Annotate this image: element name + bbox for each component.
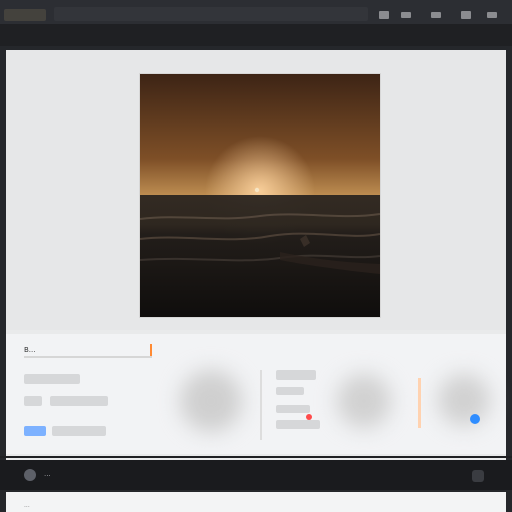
separator bbox=[0, 456, 512, 458]
logo[interactable] bbox=[4, 9, 46, 21]
search-icon[interactable] bbox=[379, 11, 389, 19]
chevron-down-icon[interactable] bbox=[461, 11, 471, 19]
metadata-label bbox=[24, 396, 42, 406]
nav-bar bbox=[0, 24, 512, 46]
list-item[interactable] bbox=[276, 370, 316, 380]
hero-image bbox=[140, 74, 380, 317]
metadata-value bbox=[52, 426, 106, 436]
user-icon[interactable] bbox=[431, 12, 441, 18]
thumbnail-placeholder[interactable] bbox=[180, 370, 242, 432]
accent-indicator bbox=[418, 378, 421, 428]
alert-dot bbox=[306, 414, 312, 420]
footer-bar bbox=[0, 460, 512, 490]
notification-dot bbox=[470, 414, 480, 424]
divider bbox=[260, 370, 262, 440]
metadata-label bbox=[24, 374, 80, 384]
user-avatar[interactable] bbox=[24, 469, 36, 481]
status-badge[interactable] bbox=[24, 426, 46, 436]
search-bar[interactable] bbox=[54, 7, 368, 21]
list-item[interactable] bbox=[276, 420, 320, 429]
upload-icon[interactable] bbox=[472, 470, 484, 482]
bottom-panel bbox=[6, 492, 506, 512]
title-text: B... bbox=[24, 346, 36, 354]
footer-status-text: ... bbox=[44, 470, 51, 478]
bottom-text: ... bbox=[24, 502, 30, 509]
thumbnail-placeholder[interactable] bbox=[337, 374, 391, 428]
list-item[interactable] bbox=[276, 405, 310, 413]
gear-icon[interactable] bbox=[401, 12, 411, 18]
top-window-bar bbox=[0, 0, 512, 24]
text-cursor bbox=[150, 344, 152, 356]
sunset-sea-image bbox=[140, 74, 380, 317]
thumbnail-placeholder[interactable] bbox=[438, 374, 490, 426]
metadata-value bbox=[50, 396, 108, 406]
close-icon[interactable] bbox=[487, 12, 497, 18]
title-field[interactable]: B... bbox=[24, 344, 152, 358]
list-item[interactable] bbox=[276, 387, 304, 395]
